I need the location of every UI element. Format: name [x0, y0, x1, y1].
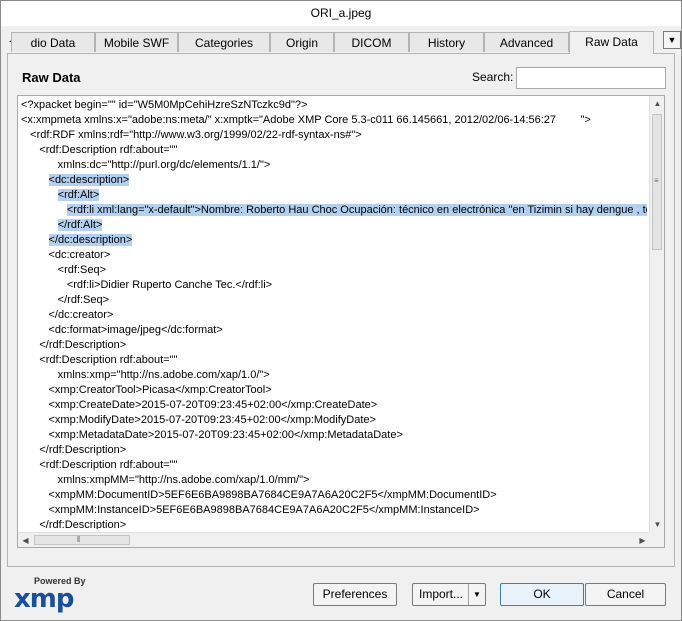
raw-data-line: <xmp:ModifyDate>2015-07-20T09:23:45+02:0… — [21, 414, 376, 426]
raw-data-line: </rdf:Description> — [21, 339, 127, 351]
raw-data-line: <dc:creator> — [21, 249, 111, 261]
vertical-scroll-thumb[interactable]: ≡ — [652, 114, 662, 250]
scroll-down-icon[interactable]: ▼ — [650, 517, 664, 532]
tab-raw-data[interactable]: Raw Data — [569, 31, 654, 54]
tab-bar: ◀ dio Data Mobile SWF Categories Origin … — [7, 31, 681, 54]
selected-text: </dc:description> — [48, 234, 133, 246]
raw-data-line: <x:xmpmeta xmlns:x="adobe:ns:meta/" x:xm… — [21, 114, 591, 126]
ok-button[interactable]: OK — [500, 583, 584, 606]
raw-data-line: <rdf:li xml:lang="x-default">Nombre: Rob… — [21, 203, 647, 218]
scroll-right-icon[interactable]: ▶ — [635, 533, 650, 547]
tab-dicom[interactable]: DICOM — [334, 32, 409, 52]
raw-data-line: <xmp:CreatorTool>Picasa</xmp:CreatorTool… — [21, 384, 272, 396]
raw-data-line: <rdf:Alt> — [21, 188, 647, 203]
raw-data-line: <?xpacket begin="" id="W5M0MpCehiHzreSzN… — [21, 99, 308, 111]
scroll-corner — [649, 532, 664, 547]
scroll-up-icon[interactable]: ▲ — [650, 96, 664, 111]
search-label: Search: — [472, 70, 514, 84]
tab-mobile-swf[interactable]: Mobile SWF — [95, 32, 178, 52]
raw-data-line: xmlns:dc="http://purl.org/dc/elements/1.… — [21, 159, 271, 171]
raw-data-line: <rdf:RDF xmlns:rdf="http://www.w3.org/19… — [21, 129, 362, 141]
horizontal-scroll-thumb[interactable]: ⦀ — [34, 535, 130, 545]
raw-data-line: <rdf:li>Didier Ruperto Canche Tec.</rdf:… — [21, 279, 273, 291]
dialog-window: ORI_a.jpeg ◀ dio Data Mobile SWF Categor… — [0, 0, 682, 621]
cancel-button[interactable]: Cancel — [585, 583, 666, 606]
raw-data-line: </dc:description> — [21, 233, 647, 248]
raw-data-line: <xmp:CreateDate>2015-07-20T09:23:45+02:0… — [21, 399, 378, 411]
search-input[interactable] — [516, 67, 666, 89]
raw-data-line: xmlns:xmpMM="http://ns.adobe.com/xap/1.0… — [21, 474, 310, 486]
xmp-logo-mark: xmp — [14, 584, 74, 614]
selected-text: <rdf:Alt> — [57, 189, 100, 201]
raw-data-line: <rdf:Seq> — [21, 264, 106, 276]
preferences-button[interactable]: Preferences — [313, 583, 397, 606]
raw-data-line: </rdf:Description> — [21, 444, 127, 456]
tab-audio-data[interactable]: dio Data — [11, 32, 95, 52]
raw-data-line: <xmpMM:DocumentID>5EF6E6BA9898BA7684CE9A… — [21, 489, 497, 501]
raw-data-text-area[interactable]: <?xpacket begin="" id="W5M0MpCehiHzreSzN… — [17, 95, 665, 548]
import-dropdown-icon[interactable]: ▼ — [468, 584, 485, 605]
tab-history[interactable]: History — [409, 32, 484, 52]
raw-data-line: </dc:creator> — [21, 309, 114, 321]
import-button[interactable]: Import... ▼ — [412, 583, 486, 606]
tab-categories[interactable]: Categories — [178, 32, 270, 52]
raw-data-line: <dc:description> — [21, 173, 647, 188]
window-title: ORI_a.jpeg — [1, 1, 681, 26]
selected-text: </rdf:Alt> — [57, 219, 103, 231]
raw-data-line: <rdf:Description rdf:about="" — [21, 354, 178, 366]
xmp-logo: Powered By xmp — [14, 576, 94, 614]
scroll-left-icon[interactable]: ◀ — [18, 533, 33, 547]
grip-icon: ⦀ — [77, 535, 81, 544]
raw-data-line: </rdf:Description> — [21, 519, 127, 529]
horizontal-scrollbar[interactable]: ◀ ⦀ ▶ — [18, 532, 650, 547]
raw-data-panel: Raw Data Search: <?xpacket begin="" id="… — [7, 53, 675, 567]
raw-data-line: <rdf:Description rdf:about="" — [21, 459, 178, 471]
raw-data-lines: <?xpacket begin="" id="W5M0MpCehiHzreSzN… — [21, 98, 647, 529]
selected-text: <dc:description> — [48, 174, 130, 186]
panel-title: Raw Data — [22, 70, 81, 85]
tab-advanced[interactable]: Advanced — [484, 32, 569, 52]
raw-data-line: xmlns:xmp="http://ns.adobe.com/xap/1.0/"… — [21, 369, 270, 381]
tab-origin[interactable]: Origin — [270, 32, 334, 52]
raw-data-line: <xmpMM:InstanceID>5EF6E6BA9898BA7684CE9A… — [21, 504, 480, 516]
raw-data-line: </rdf:Alt> — [21, 218, 647, 233]
import-button-label: Import... — [418, 587, 463, 601]
vertical-scrollbar[interactable]: ▲ ≡ ▼ — [649, 96, 664, 532]
grip-icon: ≡ — [654, 176, 659, 185]
raw-data-line: <dc:format>image/jpeg</dc:format> — [21, 324, 223, 336]
raw-data-line: <xmp:MetadataDate>2015-07-20T09:23:45+02… — [21, 429, 403, 441]
selected-text: <rdf:li xml:lang="x-default">Nombre: Rob… — [66, 204, 647, 216]
raw-data-line: </rdf:Seq> — [21, 294, 110, 306]
tab-list-dropdown-icon[interactable]: ▼ — [663, 31, 681, 49]
raw-data-line: <rdf:Description rdf:about="" — [21, 144, 178, 156]
